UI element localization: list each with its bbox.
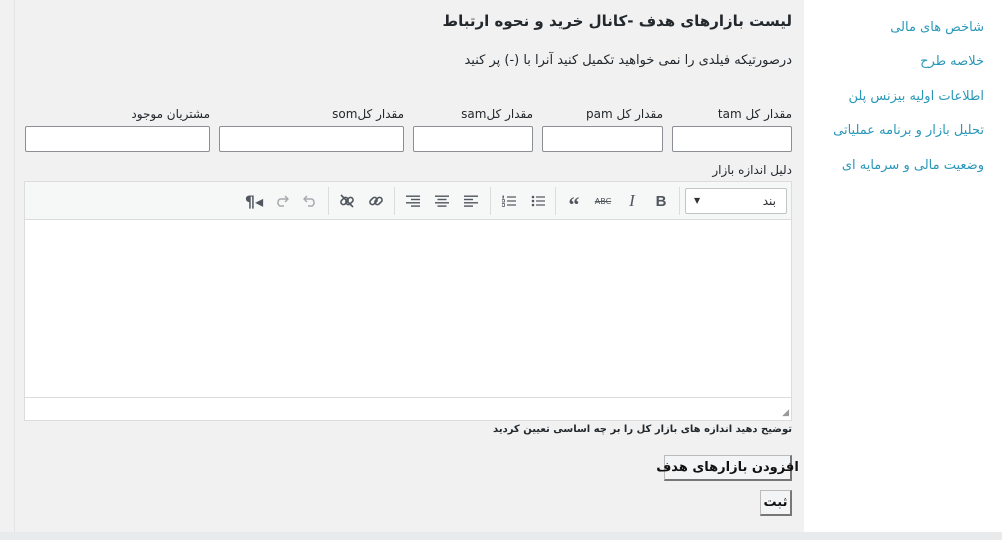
existing-customers-label: مشتریان موجود <box>131 107 210 121</box>
bottom-strip <box>0 532 1002 540</box>
unlink-icon[interactable] <box>335 190 359 212</box>
add-target-markets-button[interactable]: افزودن بازارهای هدف <box>656 455 799 481</box>
submit-button[interactable]: ثبت <box>760 490 792 516</box>
editor-statusbar: ◢ <box>25 397 791 420</box>
numbered-list-icon[interactable] <box>497 190 521 212</box>
pam-label: مقدار کل pam <box>585 107 663 121</box>
sidebar-item-market-analysis[interactable]: تحلیل بازار و برنامه عملیاتی <box>833 123 984 138</box>
toolbar-divider <box>490 187 491 215</box>
pam-input[interactable] <box>542 126 663 152</box>
sidebar-item-financial-indicators[interactable]: شاخص های مالی <box>890 20 984 35</box>
bold-icon[interactable]: B <box>649 190 673 212</box>
page-subtitle: درصورتیکه فیلدی را نمی خواهید تکمیل کنید… <box>464 53 792 68</box>
editor-hint: توضیح دهید اندازه های بازار کل را بر چه … <box>493 424 792 435</box>
align-center-icon[interactable] <box>430 190 454 212</box>
undo-icon[interactable] <box>298 190 322 212</box>
tam-label: مقدار کل tam <box>717 107 792 121</box>
chevron-down-icon: ▼ <box>694 196 701 205</box>
format-select-value: بند <box>762 194 776 208</box>
sidebar-item-financial-status[interactable]: وضعیت مالی و سرمایه ای <box>842 158 984 173</box>
bullet-list-icon[interactable] <box>526 190 550 212</box>
tam-input[interactable] <box>672 126 792 152</box>
som-label: مقدار کلsom <box>332 107 404 121</box>
editor-toolbar: بند ▼ B I ABC “ ¶◂ <box>25 182 791 220</box>
align-left-icon[interactable] <box>459 190 483 212</box>
page-title: لیست بازارهای هدف -کانال خرید و نحوه ارت… <box>442 12 792 30</box>
redo-icon[interactable] <box>270 190 294 212</box>
existing-customers-input[interactable] <box>25 126 210 152</box>
resize-handle-icon[interactable]: ◢ <box>782 408 789 418</box>
sidebar: شاخص های مالی خلاصه طرح اطلاعات اولیه بی… <box>804 0 1002 532</box>
toolbar-divider <box>679 187 680 215</box>
editor-content-area[interactable] <box>25 221 791 397</box>
toolbar-divider <box>328 187 329 215</box>
format-select[interactable]: بند ▼ <box>685 188 787 214</box>
strikethrough-icon[interactable]: ABC <box>591 190 615 212</box>
italic-icon[interactable]: I <box>620 190 644 212</box>
blockquote-icon[interactable]: “ <box>562 190 586 217</box>
toolbar-divider <box>555 187 556 215</box>
sam-input[interactable] <box>413 126 533 152</box>
toolbar-divider <box>394 187 395 215</box>
som-input[interactable] <box>219 126 404 152</box>
sidebar-item-plan-summary[interactable]: خلاصه طرح <box>920 54 984 69</box>
rich-text-editor: بند ▼ B I ABC “ ¶◂ ◢ <box>24 181 792 421</box>
link-icon[interactable] <box>364 190 388 212</box>
align-right-icon[interactable] <box>401 190 425 212</box>
rtl-direction-icon[interactable]: ¶◂ <box>242 190 266 212</box>
editor-label: دلیل اندازه بازار <box>712 163 792 177</box>
sidebar-item-basic-info[interactable]: اطلاعات اولیه بیزنس پلن <box>848 89 984 104</box>
sam-label: مقدار کلsam <box>461 107 533 121</box>
